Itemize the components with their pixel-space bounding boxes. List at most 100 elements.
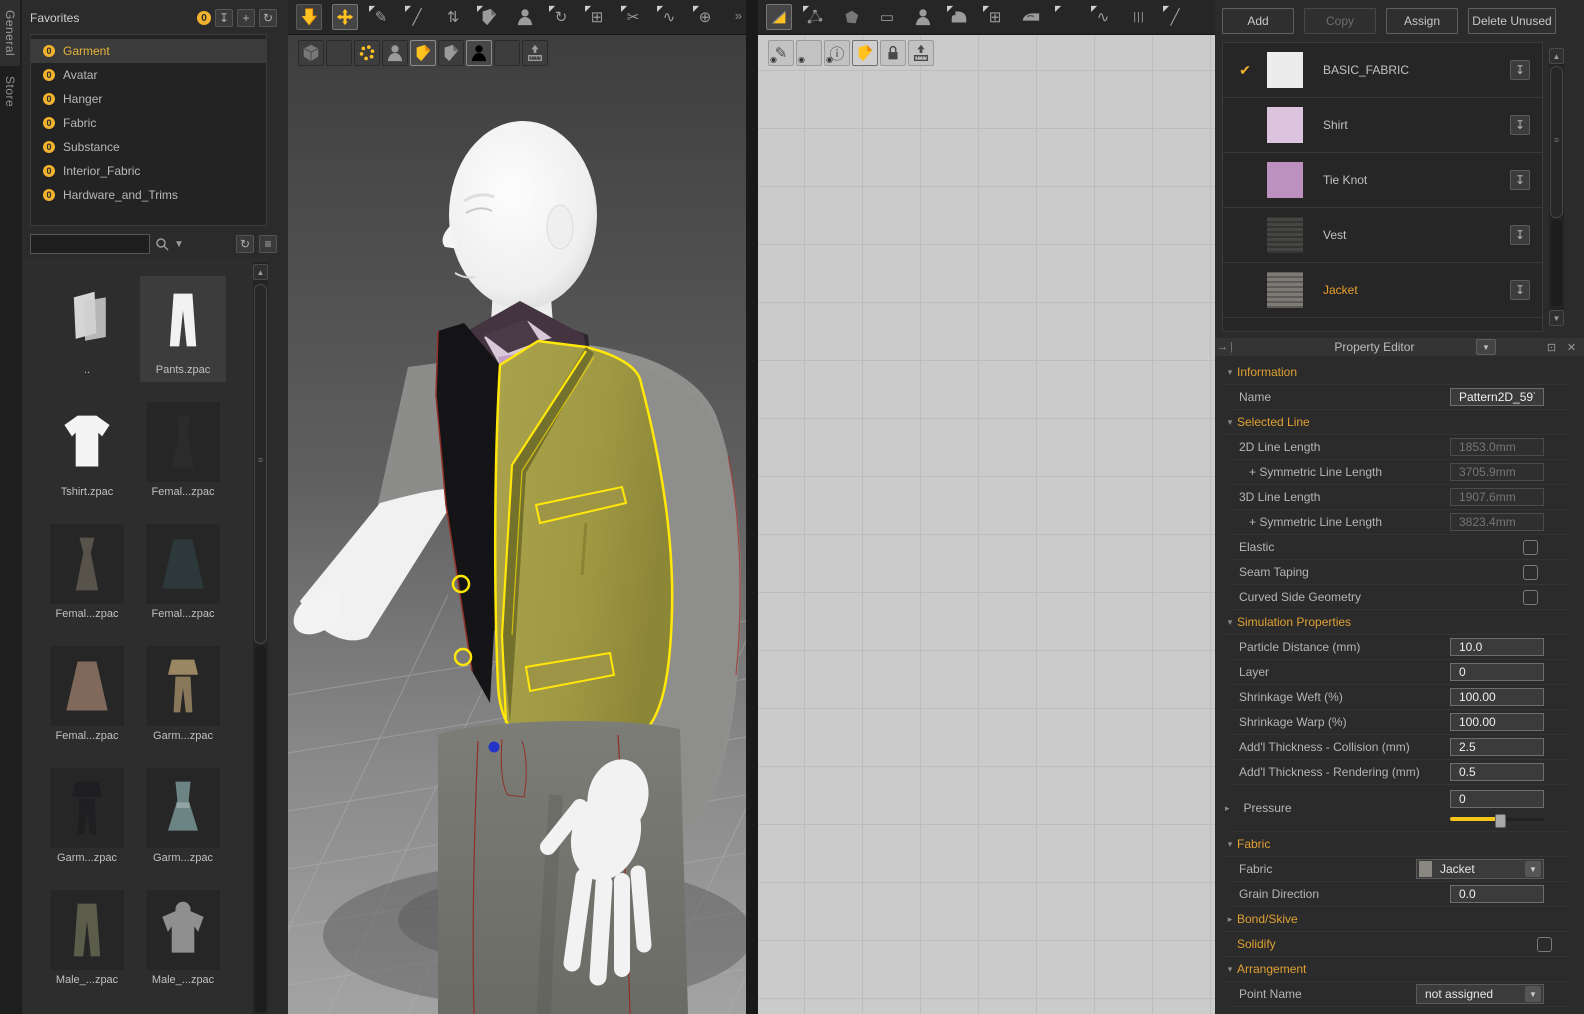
seam-taping-checkbox[interactable]	[1523, 565, 1538, 580]
fabric-swatch[interactable]	[1267, 272, 1303, 308]
fabric-swatch[interactable]	[1267, 107, 1303, 143]
section-miscellaneous[interactable]: ▸Miscellaneous	[1223, 1007, 1570, 1014]
pleats-tool-icon[interactable]: |||	[1126, 4, 1152, 30]
section-arrangement[interactable]: ▾Arrangement	[1223, 957, 1570, 982]
sewing-machine-icon[interactable]: ◤	[946, 4, 972, 30]
browser-item-garm-zpac[interactable]: Garm...zpac	[44, 764, 130, 870]
browser-item-femal-zpac[interactable]: Femal...zpac	[140, 520, 226, 626]
section-bond-skive[interactable]: ▸Bond/Skive	[1223, 907, 1570, 932]
popout-icon[interactable]: ⊡	[1544, 341, 1559, 354]
fabric-dropdown[interactable]: Jacket▼	[1416, 859, 1544, 879]
fabric-row-vest[interactable]: Vest↧	[1223, 208, 1542, 263]
show-garment-2d-icon[interactable]: ◉	[796, 40, 822, 66]
section-information[interactable]: ▾Information	[1223, 360, 1570, 385]
favorites-item-substance[interactable]: 0Substance	[31, 135, 266, 159]
favorites-item-interior_fabric[interactable]: 0Interior_Fabric	[31, 159, 266, 183]
show-texture-dots-icon[interactable]	[354, 40, 380, 66]
search-icon[interactable]	[155, 237, 169, 251]
curve-2d-icon[interactable]: ∿◤	[1090, 4, 1116, 30]
shrinkage-weft--field[interactable]	[1450, 688, 1544, 706]
browser-item-femal-zpac[interactable]: Femal...zpac	[44, 642, 130, 748]
rectangle-tool-icon[interactable]: ▭	[874, 4, 900, 30]
scroll-up-icon[interactable]: ▲	[1549, 48, 1564, 64]
point-name-dropdown[interactable]: not assigned▼	[1416, 984, 1544, 1004]
section-selected-line[interactable]: ▾Selected Line	[1223, 410, 1570, 435]
save-fabric-icon[interactable]: ↧	[1510, 280, 1530, 300]
curve-tool-icon[interactable]: ∿◤	[656, 4, 682, 30]
favorites-item-avatar[interactable]: 0Avatar	[31, 63, 266, 87]
avatar-arrangement-icon[interactable]	[512, 4, 538, 30]
dart-tool-icon[interactable]: ✂◤	[620, 4, 646, 30]
iron-tool-icon[interactable]	[1018, 4, 1044, 30]
favorites-item-hanger[interactable]: 0Hanger	[31, 87, 266, 111]
browser-scrollbar[interactable]: ▲ ≡	[253, 262, 268, 1014]
show-globe-icon[interactable]	[494, 40, 520, 66]
fabric-check-icon[interactable]: ✔	[1223, 62, 1267, 79]
fabric-row-tie-knot[interactable]: Tie Knot↧	[1223, 153, 1542, 208]
particle-distance-mm--field[interactable]	[1450, 638, 1544, 656]
pattern-2d-canvas[interactable]	[758, 35, 1215, 1014]
name-field[interactable]	[1450, 388, 1544, 406]
browser-item-garm-zpac[interactable]: Garm...zpac	[140, 642, 226, 748]
viewport-2d[interactable]: ◤▭◤⊞◤◤∿◤|||╱◤ ✎◉◉ⓘ◉	[758, 0, 1215, 1014]
toolbar-overflow-icon[interactable]: »	[735, 8, 742, 23]
save-fabric-icon[interactable]: ↧	[1510, 170, 1530, 190]
elastic-checkbox[interactable]	[1523, 540, 1538, 555]
slider-handle[interactable]	[1495, 814, 1506, 828]
browser-item-femal-zpac[interactable]: Femal...zpac	[44, 520, 130, 626]
chevron-down-icon[interactable]: ▼	[1525, 986, 1541, 1002]
solidify-checkbox[interactable]	[1537, 937, 1552, 952]
fold-arrangement-icon[interactable]: ◤	[476, 4, 502, 30]
grid-pattern-icon[interactable]: ⊞◤	[982, 4, 1008, 30]
shirt-tool-icon[interactable]: ◤	[1054, 4, 1080, 30]
transform-pattern-icon[interactable]	[766, 4, 792, 30]
avatar-pattern-icon[interactable]	[910, 4, 936, 30]
polygon-tool-icon[interactable]	[838, 4, 864, 30]
assign-button[interactable]: Assign	[1386, 8, 1458, 34]
property-editor-menu-icon[interactable]: ▼	[1476, 339, 1496, 355]
pressure-field[interactable]	[1450, 790, 1544, 808]
refresh-browser-icon[interactable]: ↻	[236, 235, 254, 253]
rotate-pattern-icon[interactable]: ↻◤	[548, 4, 574, 30]
scroll-up-icon[interactable]: ▲	[253, 264, 268, 280]
shrinkage-warp--field[interactable]	[1450, 713, 1544, 731]
select-move-icon[interactable]	[332, 4, 358, 30]
chevron-down-icon[interactable]: ▼	[1525, 861, 1541, 877]
fabric-row-basic-fabric[interactable]: ✔BASIC_FABRIC↧	[1223, 43, 1542, 98]
browser-item-male-zpac[interactable]: Male_...zpac	[44, 886, 130, 992]
favorites-item-fabric[interactable]: 0Fabric	[31, 111, 266, 135]
section-solidify[interactable]: Solidify	[1223, 932, 1570, 957]
scroll-down-icon[interactable]: ▼	[1549, 310, 1564, 326]
browser-item-garm-zpac[interactable]: Garm...zpac	[140, 764, 226, 870]
pen-tool-icon[interactable]: ╱◤	[404, 4, 430, 30]
tab-store[interactable]: Store	[0, 66, 20, 117]
browser-item-male-zpac[interactable]: Male_...zpac	[140, 886, 226, 992]
dock-arrow-icon[interactable]: →	[1217, 341, 1228, 353]
scene-3d-avatar[interactable]	[288, 35, 746, 1014]
close-icon[interactable]: ✕	[1564, 341, 1579, 354]
grain-direction-field[interactable]	[1450, 885, 1544, 903]
show-garment-icon[interactable]	[326, 40, 352, 66]
browser-item-femal-zpac[interactable]: Femal...zpac	[140, 398, 226, 504]
save-fabric-icon[interactable]: ↧	[1510, 225, 1530, 245]
search-options-caret[interactable]: ▼	[174, 239, 184, 250]
globe-tool-icon[interactable]: ⊕◤	[692, 4, 718, 30]
favorites-item-hardware_and_trims[interactable]: 0Hardware_and_Trims	[31, 183, 266, 207]
viewport-divider[interactable]	[746, 0, 758, 1014]
show-cube-icon[interactable]	[298, 40, 324, 66]
show-avatar-icon[interactable]	[382, 40, 408, 66]
search-input[interactable]	[30, 234, 150, 254]
edit-pattern-icon[interactable]: ◤	[802, 4, 828, 30]
fabric-swatch[interactable]	[1267, 162, 1303, 198]
add-l-thickness-rendering-mm--field[interactable]	[1450, 763, 1544, 781]
simulate-icon[interactable]	[296, 4, 322, 30]
seam-line-icon[interactable]: ╱◤	[1162, 4, 1188, 30]
fabric-row-jacket[interactable]: Jacket↧	[1223, 263, 1542, 318]
tab-general[interactable]: General	[0, 0, 20, 66]
lock-pattern-icon[interactable]	[880, 40, 906, 66]
grid-arrangement-icon[interactable]: ⊞◤	[584, 4, 610, 30]
browser-item-pants-zpac[interactable]: Pants.zpac	[140, 276, 226, 382]
section-simulation-properties[interactable]: ▾Simulation Properties	[1223, 610, 1570, 635]
measure-3d-icon[interactable]	[522, 40, 548, 66]
select-brush-icon[interactable]: ✎◤	[368, 4, 394, 30]
